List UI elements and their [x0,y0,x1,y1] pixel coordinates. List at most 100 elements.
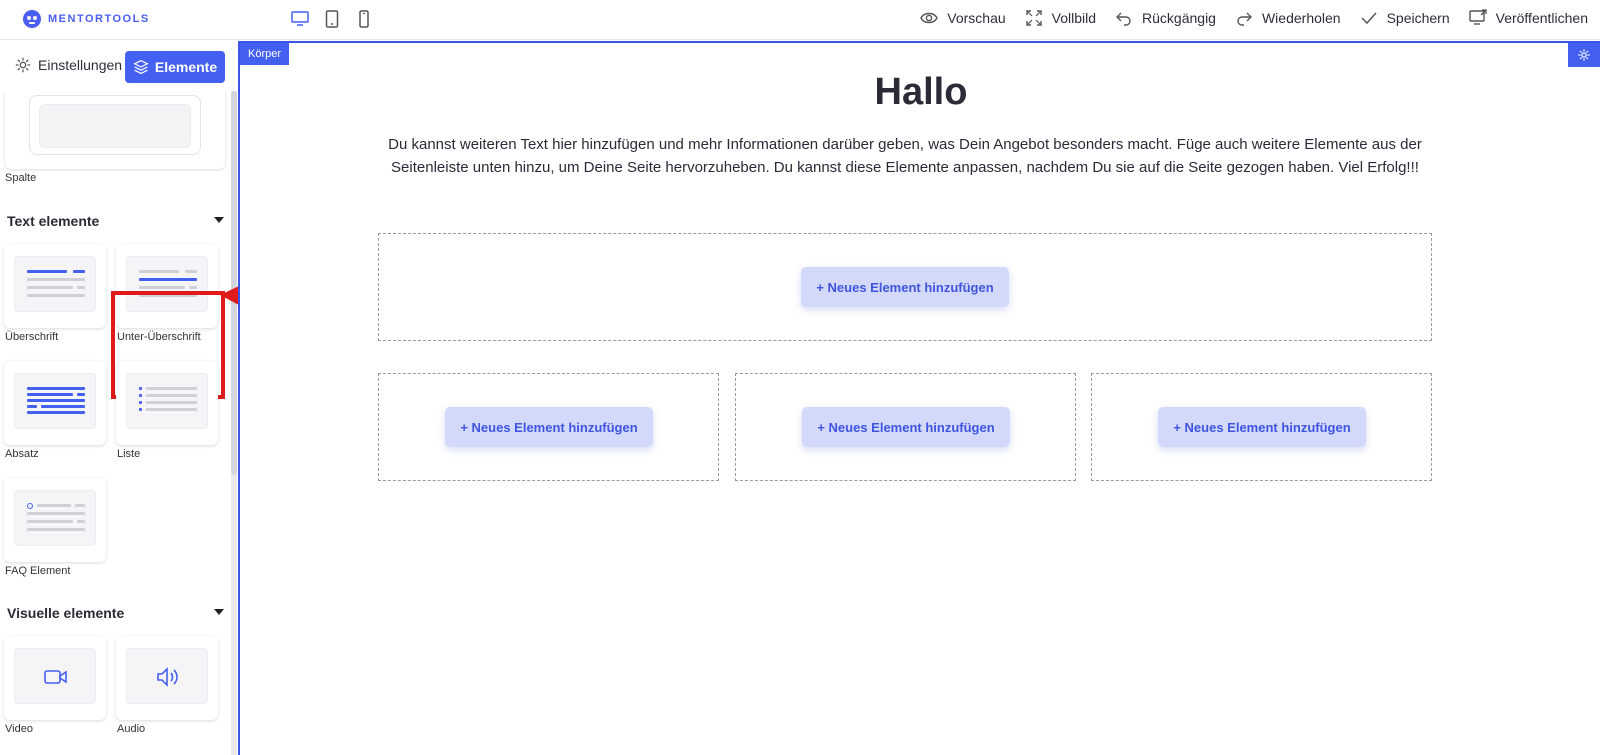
sidebar-scrollbar[interactable] [231,91,237,755]
preview-bullet [139,387,142,390]
paragraph-preview [14,373,96,429]
canvas-settings-button[interactable] [1568,43,1600,67]
sidebar-tabs: Einstellungen Elemente [0,41,237,91]
element-card-audio[interactable] [116,636,218,720]
heading-preview [14,256,96,312]
preview-line [27,270,67,273]
check-icon [1361,12,1377,25]
fullscreen-button[interactable]: Vollbild [1024,8,1096,28]
preview-line [27,528,85,531]
audio-preview [126,648,208,704]
tab-settings-label: Einstellungen [38,57,123,73]
redo-button[interactable]: Wiederholen [1234,8,1341,28]
redo-icon [1237,12,1252,26]
undo-icon [1116,12,1131,26]
tablet-icon[interactable] [322,9,342,29]
element-card-video[interactable] [4,636,106,720]
dropzone-column-1[interactable]: + Neues Element hinzufügen [378,373,719,481]
preview-line [185,270,197,273]
caret-down-icon[interactable] [214,609,224,615]
gear-icon [1578,49,1590,61]
preview-line [146,387,197,390]
preview-line [139,278,197,281]
eye-icon [920,12,939,24]
preview-line [77,393,85,396]
tab-elements[interactable]: Elemente [125,51,225,83]
add-element-button[interactable]: + Neues Element hinzufügen [445,407,653,447]
preview-bullet [139,394,142,397]
preview-bullet [139,401,142,404]
element-label-video: Video [5,723,33,735]
preview-line [27,405,37,408]
faq-preview [14,490,96,546]
device-switcher [290,9,374,29]
dropzone-column-3[interactable]: + Neues Element hinzufügen [1091,373,1432,481]
add-element-button[interactable]: + Neues Element hinzufügen [1158,407,1366,447]
element-card-paragraph[interactable] [4,361,106,445]
mobile-icon[interactable] [354,9,374,29]
element-card-list[interactable] [116,361,218,445]
preview-button[interactable]: Vorschau [919,8,1006,28]
undo-button[interactable]: Rückgängig [1114,8,1216,28]
preview-line [189,286,197,289]
preview-line [77,286,85,289]
dropzone-full[interactable]: + Neues Element hinzufügen [378,233,1432,341]
add-element-button[interactable]: + Neues Element hinzufügen [801,267,1009,307]
dropzone-column-2[interactable]: + Neues Element hinzufügen [735,373,1076,481]
page-canvas[interactable]: Körper Hallo Du kannst weiteren Text hie… [238,41,1600,755]
element-card-faq[interactable] [4,478,106,562]
preview-line [27,411,85,414]
speaker-icon [157,667,178,687]
preview-line [27,393,73,396]
preview-line [75,504,85,507]
tab-elements-label: Elemente [154,59,218,75]
preview-bullet [139,408,142,411]
preview-line [73,270,85,273]
list-preview [126,373,208,429]
element-label-paragraph: Absatz [5,448,39,460]
element-card-heading[interactable] [4,244,106,328]
logo-icon [23,10,41,28]
layers-icon [133,59,149,75]
element-label-list: Liste [117,448,141,460]
preview-line [37,504,71,507]
element-label-column: Spalte [5,172,37,184]
top-bar: MENTORTOOLS Vorschau Vollbild Rückgängig… [0,0,1600,40]
desktop-icon[interactable] [290,9,310,29]
save-button[interactable]: Speichern [1359,8,1450,28]
caret-down-icon[interactable] [214,217,224,223]
column-preview [29,95,201,155]
publish-button[interactable]: Veröffentlichen [1468,8,1588,28]
preview-line [27,278,85,281]
preview-line [27,286,73,289]
body-tag[interactable]: Körper [240,43,290,65]
publish-monitor-icon [1468,9,1487,25]
section-title-visual: Visuelle elemente [7,605,125,621]
preview-line [146,394,197,397]
publish-label: Veröffentlichen [1495,10,1588,26]
preview-line [27,520,73,523]
section-title-text: Text elemente [7,213,100,229]
preview-line [139,270,179,273]
element-card-column[interactable] [5,91,225,169]
logo[interactable]: MENTORTOOLS [22,9,150,29]
preview-line [27,294,85,297]
add-element-button[interactable]: + Neues Element hinzufügen [802,407,1010,447]
page-title[interactable]: Hallo [240,71,1600,114]
element-label-heading: Überschrift [5,331,59,343]
preview-line [77,520,85,523]
expand-icon [1025,10,1042,26]
page-text[interactable]: Du kannst weiteren Text hier hinzufügen … [375,133,1435,179]
undo-label: Rückgängig [1142,10,1216,26]
video-preview [14,648,96,704]
tab-settings[interactable]: Einstellungen [14,56,122,74]
faq-dot-icon [27,503,33,509]
preview-line [146,408,197,411]
preview-line [139,286,185,289]
preview-line [27,387,85,390]
redo-label: Wiederholen [1261,10,1341,26]
toolbar-actions: Vorschau Vollbild Rückgängig Wiederholen… [919,8,1588,28]
element-label-audio: Audio [117,723,146,735]
sidebar: Einstellungen Elemente Spalte Text eleme… [0,41,237,755]
fullscreen-label: Vollbild [1051,10,1097,26]
